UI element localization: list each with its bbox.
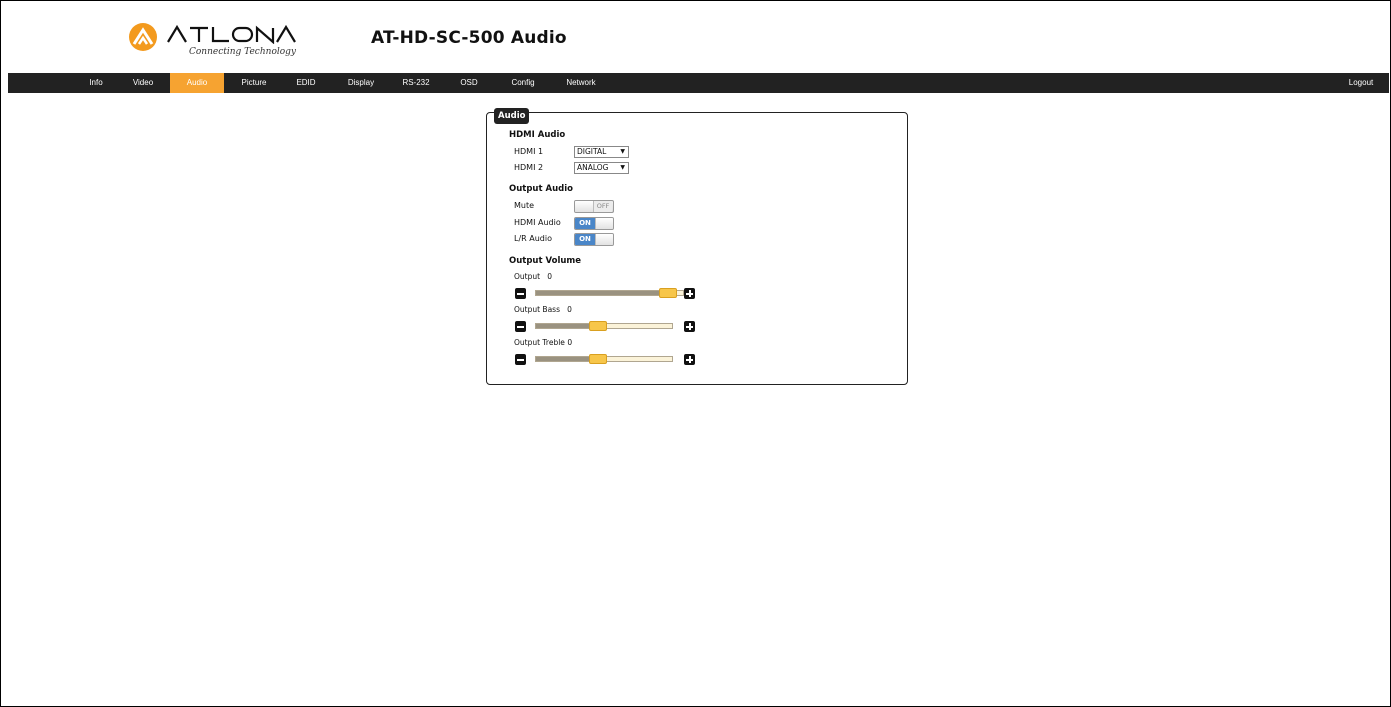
output-decrease-button[interactable]	[515, 288, 526, 299]
treble-decrease-button[interactable]	[515, 354, 526, 365]
nav-item-rs232[interactable]: RS-232	[397, 73, 435, 93]
nav-item-edid[interactable]: EDID	[291, 73, 321, 93]
output-bass-label: Output Bass 0	[514, 305, 572, 314]
page-title: AT-HD-SC-500 Audio	[371, 28, 567, 48]
hdmi2-label: HDMI 2	[514, 163, 544, 172]
lr-audio-label: L/R Audio	[514, 234, 552, 243]
lr-audio-toggle-state: ON	[575, 234, 595, 245]
hdmi-audio-output-label: HDMI Audio	[514, 218, 561, 227]
output-treble-label: Output Treble 0	[514, 338, 572, 347]
nav-item-info[interactable]: Info	[81, 73, 111, 93]
output-increase-button[interactable]	[684, 288, 695, 299]
output-audio-heading: Output Audio	[509, 184, 573, 194]
nav-item-audio[interactable]: Audio	[170, 73, 224, 93]
bass-value: 0	[567, 305, 572, 314]
plus-icon	[688, 290, 691, 297]
bass-slider[interactable]	[535, 321, 673, 331]
hdmi1-label: HDMI 1	[514, 147, 544, 156]
treble-increase-button[interactable]	[684, 354, 695, 365]
minus-icon	[517, 358, 524, 361]
hdmi1-select-value: DIGITAL	[577, 147, 607, 156]
panel-tab-audio: Audio	[494, 108, 530, 124]
lr-audio-toggle[interactable]: ON	[574, 233, 614, 246]
nav-item-video[interactable]: Video	[126, 73, 160, 93]
plus-icon	[688, 356, 691, 363]
bass-decrease-button[interactable]	[515, 321, 526, 332]
hdmi1-select[interactable]: DIGITAL ▼	[574, 146, 629, 158]
minus-icon	[517, 292, 524, 295]
output-value: 0	[547, 272, 552, 281]
logout-link[interactable]: Logout	[1341, 73, 1381, 93]
nav-item-osd[interactable]: OSD	[455, 73, 483, 93]
hdmi2-select-value: ANALOG	[577, 163, 609, 172]
dropdown-caret-icon: ▼	[620, 164, 625, 171]
bass-label-text: Output Bass	[514, 305, 560, 314]
nav-item-display[interactable]: Display	[342, 73, 380, 93]
brand-tagline: Connecting Technology	[189, 47, 297, 57]
hdmi-audio-toggle-state: ON	[575, 218, 595, 229]
bass-increase-button[interactable]	[684, 321, 695, 332]
hdmi-audio-toggle[interactable]: ON	[574, 217, 614, 230]
output-slider[interactable]	[535, 288, 684, 298]
dropdown-caret-icon: ▼	[620, 148, 625, 155]
toggle-knob	[575, 201, 595, 212]
output-slider-fill	[536, 291, 668, 295]
output-slider-handle[interactable]	[659, 288, 677, 298]
minus-icon	[517, 325, 524, 328]
logo-mark-icon	[129, 23, 157, 51]
output-label-text: Output	[514, 272, 541, 281]
treble-slider[interactable]	[535, 354, 673, 364]
bass-slider-handle[interactable]	[589, 321, 607, 331]
hdmi2-select[interactable]: ANALOG ▼	[574, 162, 629, 174]
output-volume-heading: Output Volume	[509, 256, 582, 266]
toggle-knob	[595, 218, 613, 229]
treble-value: 0	[567, 338, 573, 347]
treble-label-text: Output Treble	[514, 338, 565, 347]
mute-toggle-state: OFF	[593, 201, 612, 212]
mute-label: Mute	[514, 201, 535, 210]
nav-item-network[interactable]: Network	[559, 73, 603, 93]
plus-icon	[688, 323, 691, 330]
nav-item-picture[interactable]: Picture	[235, 73, 273, 93]
nav-item-config[interactable]: Config	[505, 73, 541, 93]
brand-wordmark	[167, 24, 296, 44]
mute-toggle[interactable]: OFF	[574, 200, 614, 213]
hdmi-audio-heading: HDMI Audio	[509, 130, 566, 140]
output-volume-label: Output 0	[514, 272, 552, 281]
treble-slider-handle[interactable]	[589, 354, 607, 364]
toggle-knob	[595, 234, 613, 245]
header: Connecting Technology AT-HD-SC-500 Audio	[0, 0, 1391, 72]
top-navigation: Info Video Audio Picture EDID Display RS…	[8, 73, 1389, 93]
atlona-logo: Connecting Technology	[129, 20, 329, 60]
